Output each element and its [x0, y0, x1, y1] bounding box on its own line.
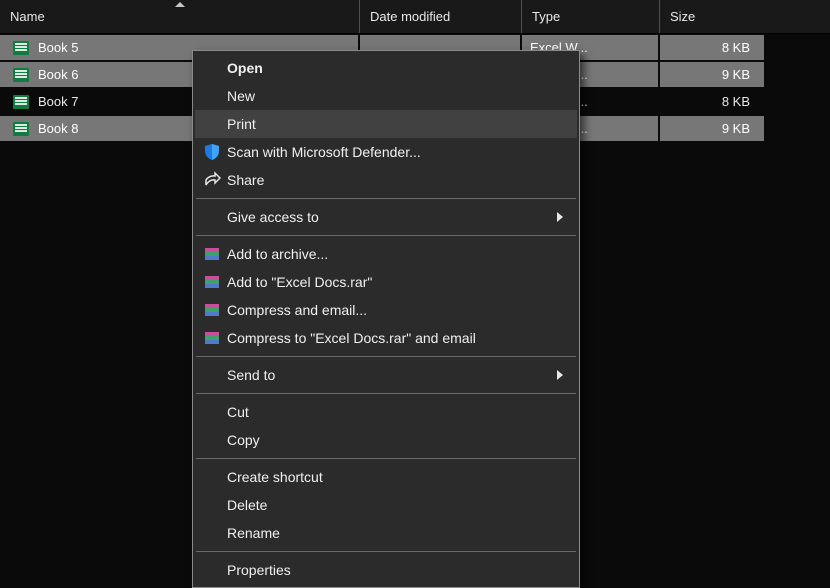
menu-cut[interactable]: Cut — [195, 398, 577, 426]
column-header-row: Name Date modified Type Size — [0, 0, 830, 34]
sort-ascending-icon — [175, 2, 185, 7]
menu-separator — [196, 551, 576, 552]
file-name: Book 6 — [38, 67, 78, 82]
menu-print-label: Print — [227, 116, 563, 132]
menu-give-access-to[interactable]: Give access to — [195, 203, 577, 231]
menu-send-to[interactable]: Send to — [195, 361, 577, 389]
menu-new-label: New — [227, 88, 563, 104]
menu-separator — [196, 393, 576, 394]
menu-defender-label: Scan with Microsoft Defender... — [227, 144, 563, 160]
menu-copy[interactable]: Copy — [195, 426, 577, 454]
excel-file-icon — [12, 66, 30, 84]
context-menu: Open New Print Scan with Microsoft Defen… — [192, 50, 580, 588]
file-size: 9 KB — [722, 121, 750, 136]
column-header-type-label: Type — [532, 9, 560, 24]
menu-separator — [196, 458, 576, 459]
menu-properties-label: Properties — [227, 562, 563, 578]
menu-add-to-archive[interactable]: Add to archive... — [195, 240, 577, 268]
winrar-icon — [203, 329, 221, 347]
menu-open-label: Open — [227, 60, 563, 76]
file-size: 8 KB — [722, 40, 750, 55]
file-name: Book 8 — [38, 121, 78, 136]
column-header-size[interactable]: Size — [660, 0, 766, 33]
column-header-date-label: Date modified — [370, 9, 450, 24]
excel-file-icon — [12, 93, 30, 111]
menu-compress-rar-email-label: Compress to "Excel Docs.rar" and email — [227, 330, 563, 346]
menu-print[interactable]: Print — [195, 110, 577, 138]
file-name: Book 7 — [38, 94, 78, 109]
menu-separator — [196, 235, 576, 236]
menu-share-label: Share — [227, 172, 563, 188]
menu-add-archive-label: Add to archive... — [227, 246, 563, 262]
shield-icon — [203, 143, 221, 161]
file-size: 9 KB — [722, 67, 750, 82]
column-header-type[interactable]: Type — [522, 0, 660, 33]
excel-file-icon — [12, 120, 30, 138]
excel-file-icon — [12, 39, 30, 57]
chevron-right-icon — [557, 212, 563, 222]
menu-add-rar-label: Add to "Excel Docs.rar" — [227, 274, 563, 290]
menu-separator — [196, 356, 576, 357]
column-header-name[interactable]: Name — [0, 0, 360, 33]
menu-new[interactable]: New — [195, 82, 577, 110]
share-icon — [203, 171, 221, 189]
menu-cut-label: Cut — [227, 404, 563, 420]
column-header-size-label: Size — [670, 9, 695, 24]
winrar-icon — [203, 273, 221, 291]
column-header-name-label: Name — [10, 9, 45, 24]
menu-share[interactable]: Share — [195, 166, 577, 194]
menu-send-to-label: Send to — [227, 367, 557, 383]
menu-delete[interactable]: Delete — [195, 491, 577, 519]
column-header-date[interactable]: Date modified — [360, 0, 522, 33]
file-size: 8 KB — [722, 94, 750, 109]
file-name: Book 5 — [38, 40, 78, 55]
menu-give-access-label: Give access to — [227, 209, 557, 225]
menu-delete-label: Delete — [227, 497, 563, 513]
menu-create-shortcut-label: Create shortcut — [227, 469, 563, 485]
menu-open[interactable]: Open — [195, 54, 577, 82]
menu-rename[interactable]: Rename — [195, 519, 577, 547]
menu-compress-rar-and-email[interactable]: Compress to "Excel Docs.rar" and email — [195, 324, 577, 352]
winrar-icon — [203, 245, 221, 263]
menu-create-shortcut[interactable]: Create shortcut — [195, 463, 577, 491]
menu-scan-defender[interactable]: Scan with Microsoft Defender... — [195, 138, 577, 166]
menu-compress-and-email[interactable]: Compress and email... — [195, 296, 577, 324]
winrar-icon — [203, 301, 221, 319]
menu-add-to-rar[interactable]: Add to "Excel Docs.rar" — [195, 268, 577, 296]
menu-separator — [196, 198, 576, 199]
menu-copy-label: Copy — [227, 432, 563, 448]
menu-compress-email-label: Compress and email... — [227, 302, 563, 318]
menu-properties[interactable]: Properties — [195, 556, 577, 584]
menu-rename-label: Rename — [227, 525, 563, 541]
chevron-right-icon — [557, 370, 563, 380]
